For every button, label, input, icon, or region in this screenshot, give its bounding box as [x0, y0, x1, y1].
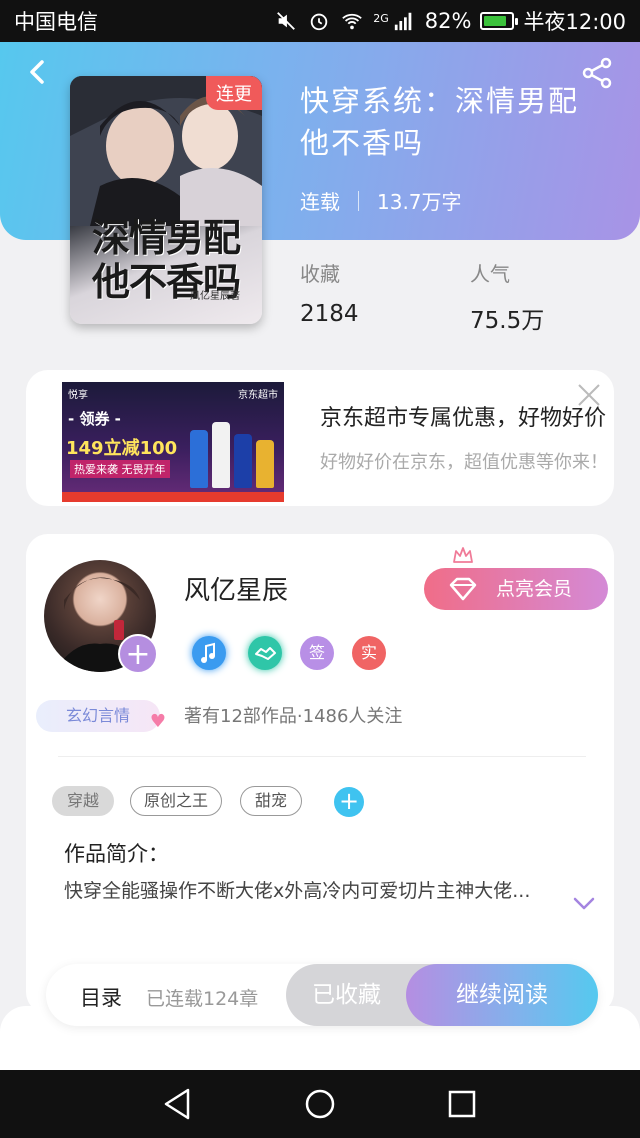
- meta-divider: [358, 190, 359, 211]
- mute-icon: [277, 12, 296, 30]
- popularity-stat: 人气 75.5万: [470, 258, 544, 335]
- popularity-label: 人气: [470, 262, 510, 286]
- crown-icon: [453, 547, 473, 563]
- intro-text[interactable]: 快穿全能骚操作不断大佬x外高冷内可爱切片主神大佬...: [64, 878, 554, 904]
- wifi-icon: [342, 13, 363, 30]
- word-count: 13.7万字: [377, 190, 462, 214]
- product-bottle: [234, 434, 252, 488]
- product-bottle: [190, 430, 208, 488]
- author-stats: 著有12部作品·1486人关注: [184, 706, 403, 727]
- tag-chip[interactable]: 穿越: [52, 786, 114, 816]
- ad-image-strip: [62, 492, 284, 502]
- battery-fill: [484, 16, 506, 26]
- carrier-label: 中国电信: [14, 10, 98, 34]
- chevron-down-icon[interactable]: [572, 894, 596, 914]
- battery-icon: [480, 12, 519, 30]
- book-title: 快穿系统：深情男配他不香吗: [300, 84, 580, 160]
- product-bottle: [212, 422, 230, 488]
- status-icons: 2G 82% 半夜12:00: [274, 6, 626, 36]
- genre-tag: 玄幻言情 ♥: [36, 700, 166, 732]
- genre-label: 玄幻言情: [65, 706, 130, 725]
- ad-image-brand: 悦享: [68, 390, 88, 401]
- product-bottle: [256, 440, 274, 488]
- ad-title[interactable]: 京东超市专属优惠，好物好价: [320, 400, 606, 432]
- popularity-value: 75.5万: [470, 308, 545, 334]
- recents-square-icon[interactable]: [442, 1084, 482, 1124]
- cover-author: 风亿星辰著: [190, 291, 240, 302]
- battery-percent: 82%: [424, 9, 472, 33]
- favorites-stat: 收藏 2184: [300, 258, 359, 327]
- back-triangle-icon[interactable]: [158, 1084, 198, 1124]
- favorites-value: 2184: [300, 301, 359, 327]
- status-bar: 中国电信 2G 82% 半夜12:00: [0, 0, 640, 42]
- intro-label: 作品简介：: [64, 842, 169, 866]
- author-badge[interactable]: 签: [300, 636, 334, 670]
- cover-title-line1: 深情男配: [91, 215, 241, 260]
- favorites-label: 收藏: [300, 262, 340, 286]
- ad-image-promo: 149立减100: [66, 438, 178, 459]
- alarm-icon: [311, 13, 328, 31]
- book-status: 连载: [300, 190, 340, 214]
- author-badge[interactable]: 实: [352, 636, 386, 670]
- network-type: 2G: [373, 12, 389, 25]
- ad-image[interactable]: 悦享 京东超市 - 领券 - 149立减100 热爱来袭 无畏开年: [62, 382, 284, 502]
- close-icon[interactable]: [576, 382, 602, 408]
- continue-reading-button[interactable]: 继续阅读: [406, 964, 598, 1026]
- ad-image-sub: 热爱来袭 无畏开年: [70, 460, 170, 478]
- tag-chip[interactable]: 原创之王: [130, 786, 222, 816]
- back-arrow-icon[interactable]: [22, 56, 54, 88]
- add-tag-button[interactable]: +: [334, 787, 364, 817]
- book-cover[interactable]: 深情男配 他不香吗 风亿星辰著 连更: [70, 76, 262, 324]
- signal-icon: [394, 12, 412, 31]
- ad-description: 好物好价在京东，超值优惠等你来！: [320, 452, 608, 473]
- book-meta: 连载 13.7万字: [300, 186, 462, 215]
- author-name[interactable]: 风亿星辰: [184, 570, 288, 607]
- heart-icon: ♥: [149, 711, 166, 732]
- divider: [58, 756, 586, 757]
- ad-image-coupon: - 领券 -: [68, 410, 121, 428]
- ad-image-jd: 京东超市: [238, 390, 278, 401]
- music-note-icon[interactable]: [192, 636, 226, 670]
- ongoing-badge: 连更: [206, 76, 262, 110]
- diamond-icon: [449, 577, 477, 601]
- chapter-count[interactable]: 已连载124章: [146, 984, 258, 1011]
- ad-card[interactable]: 悦享 京东超市 - 领券 - 149立减100 热爱来袭 无畏开年 京东超市专属…: [26, 370, 614, 506]
- table-of-contents-button[interactable]: 目录: [80, 982, 122, 1012]
- handshake-icon[interactable]: [248, 636, 282, 670]
- home-circle-icon[interactable]: [300, 1084, 340, 1124]
- follow-author-button[interactable]: +: [118, 634, 158, 674]
- tag-chip[interactable]: 甜宠: [240, 786, 302, 816]
- clock: 半夜12:00: [523, 10, 626, 34]
